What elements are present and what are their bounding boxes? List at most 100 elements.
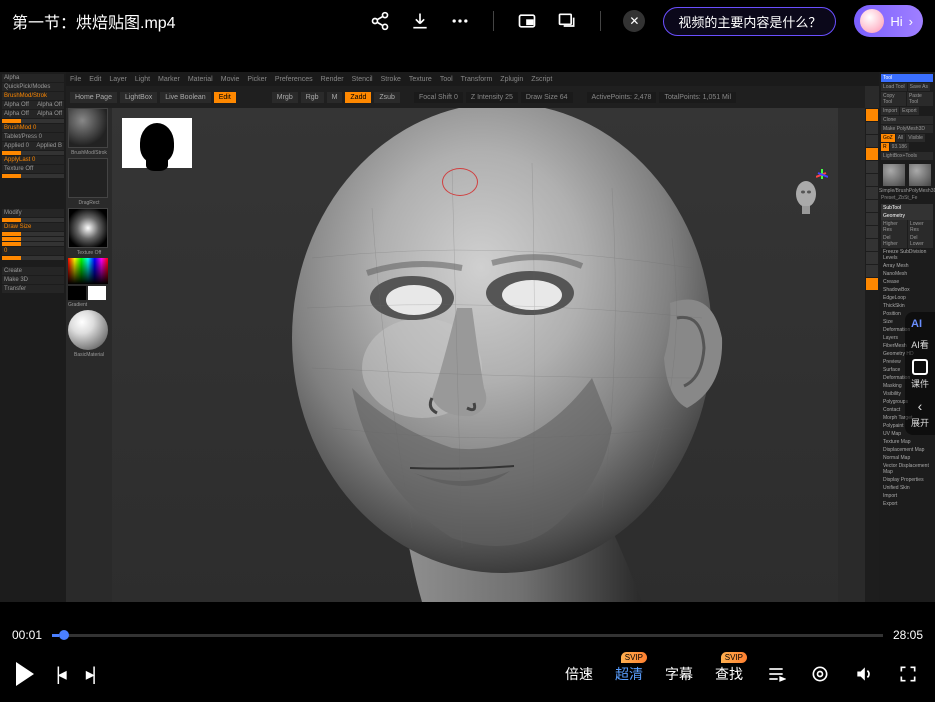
left-slider[interactable] (2, 174, 64, 178)
menu-item[interactable]: Zscript (531, 76, 552, 83)
menu-item[interactable]: Layer (109, 76, 127, 83)
playlist-icon[interactable] (765, 663, 787, 685)
cast-icon[interactable] (556, 10, 578, 32)
menu-item[interactable]: File (70, 76, 81, 83)
left-item[interactable]: Create (2, 267, 64, 275)
volume-icon[interactable] (853, 663, 875, 685)
fullscreen-icon[interactable] (897, 663, 919, 685)
btn-m[interactable]: M (327, 92, 343, 103)
menu-item[interactable]: Transform (461, 76, 493, 83)
swatch-white[interactable] (88, 286, 106, 300)
menu-item[interactable]: Picker (247, 76, 266, 83)
menu-item[interactable]: Zplugin (500, 76, 523, 83)
li[interactable]: ThickSkin (881, 302, 933, 310)
strip-item[interactable] (866, 122, 878, 134)
li[interactable]: EdgeLoop (881, 294, 933, 302)
material-ball[interactable] (68, 310, 108, 350)
strip-item[interactable] (866, 200, 878, 212)
btn-save[interactable]: Save As (908, 83, 930, 91)
left-item[interactable]: ApplyLast 0 (2, 156, 64, 164)
section-geometry[interactable]: Geometry (881, 212, 933, 220)
strip-item[interactable] (866, 239, 878, 251)
menu-item[interactable]: Marker (158, 76, 180, 83)
quality-button[interactable]: 超清 SVIP (615, 664, 643, 684)
tab-live-boolean[interactable]: Live Boolean (160, 92, 210, 103)
strip-item[interactable] (866, 252, 878, 264)
prev-button[interactable]: |◂ (56, 664, 64, 685)
btn-rgb[interactable]: Rgb (301, 92, 324, 103)
left-slider[interactable] (2, 242, 64, 246)
ai-question-pill[interactable]: 视频的主要内容是什么？ (663, 7, 836, 36)
strip-item[interactable] (866, 278, 878, 290)
stroke-thumb[interactable] (68, 158, 108, 198)
li[interactable]: Unified Skin (881, 484, 933, 492)
menu-item[interactable]: Stroke (381, 76, 401, 83)
li[interactable]: Texture Map (881, 438, 933, 446)
next-button[interactable]: ▸| (86, 664, 94, 685)
menu-item[interactable]: Movie (221, 76, 240, 83)
section-subtool[interactable]: SubTool (881, 204, 933, 212)
settings-icon[interactable] (809, 663, 831, 685)
speed-button[interactable]: 倍速 (565, 664, 593, 684)
btn-goz[interactable]: GoZ (881, 134, 895, 142)
btn-paste[interactable]: Paste Tool (907, 92, 933, 106)
left-slider[interactable] (2, 256, 64, 260)
strip-item[interactable] (866, 213, 878, 225)
left-item[interactable]: 0 (2, 247, 64, 255)
left-item[interactable]: BrushMod 0 (2, 124, 64, 132)
li[interactable]: ShadowBox (881, 286, 933, 294)
left-slider[interactable] (2, 232, 64, 236)
tool-thumb[interactable] (883, 164, 905, 186)
li[interactable]: Import (881, 492, 933, 500)
btn-visible[interactable]: Visible (906, 134, 925, 142)
left-item[interactable]: Make 3D (2, 276, 64, 284)
tab-home[interactable]: Home Page (70, 92, 117, 103)
menu-item[interactable]: Edit (89, 76, 101, 83)
btn-clone[interactable]: Clone (881, 116, 933, 124)
menu-item[interactable]: Render (321, 76, 344, 83)
brush-thumb[interactable] (68, 108, 108, 148)
btn-load[interactable]: Load Tool (881, 83, 907, 91)
btn-lower[interactable]: Lower Res (908, 220, 933, 234)
btn-del-lower[interactable]: Del Lower (908, 234, 933, 248)
color-picker[interactable] (68, 258, 108, 284)
left-slider[interactable] (2, 151, 64, 155)
btn-all[interactable]: All (896, 134, 906, 142)
share-icon[interactable] (369, 10, 391, 32)
menu-item[interactable]: Stencil (352, 76, 373, 83)
btn-mrgb[interactable]: Mrgb (272, 92, 298, 103)
subtitle-button[interactable]: 字幕 (665, 664, 693, 684)
swatch-black[interactable] (68, 286, 86, 300)
search-button[interactable]: 查找 SVIP (715, 664, 743, 684)
menu-item[interactable]: Tool (440, 76, 453, 83)
btn-zsub[interactable]: Zsub (374, 92, 400, 103)
strip-item[interactable] (866, 148, 878, 160)
overlay-ai[interactable]: AI AI看 (911, 318, 929, 351)
btn-r[interactable]: R (881, 143, 889, 151)
lightbox-tools[interactable]: LightBox+Tools (881, 152, 933, 160)
strip-item[interactable] (866, 174, 878, 186)
li[interactable]: NanoMesh (881, 270, 933, 278)
left-item[interactable]: Draw Size (2, 223, 64, 231)
menu-item[interactable]: Preferences (275, 76, 313, 83)
strip-item[interactable] (866, 226, 878, 238)
btn-export[interactable]: Export (900, 107, 918, 115)
progress-thumb[interactable] (59, 630, 69, 640)
li[interactable]: Display Properties (881, 476, 933, 484)
btn-zadd[interactable]: Zadd (345, 92, 371, 103)
left-slider[interactable] (2, 218, 64, 222)
left-item[interactable]: QuickPick/Modes (2, 83, 64, 91)
tool-thumb[interactable] (909, 164, 931, 186)
pip-icon[interactable] (516, 10, 538, 32)
left-item[interactable]: Texture Off (2, 165, 64, 173)
li[interactable]: Vector Displacement Map (881, 462, 933, 476)
strip-item[interactable] (866, 187, 878, 199)
close-icon[interactable]: ✕ (623, 10, 645, 32)
nav-head-icon[interactable] (792, 180, 820, 214)
left-item[interactable]: BrushMod/Strok (2, 92, 64, 100)
download-icon[interactable] (409, 10, 431, 32)
li[interactable]: Displacement Map (881, 446, 933, 454)
left-slider[interactable] (2, 237, 64, 241)
li[interactable]: Export (881, 500, 933, 508)
li[interactable]: Crease (881, 278, 933, 286)
